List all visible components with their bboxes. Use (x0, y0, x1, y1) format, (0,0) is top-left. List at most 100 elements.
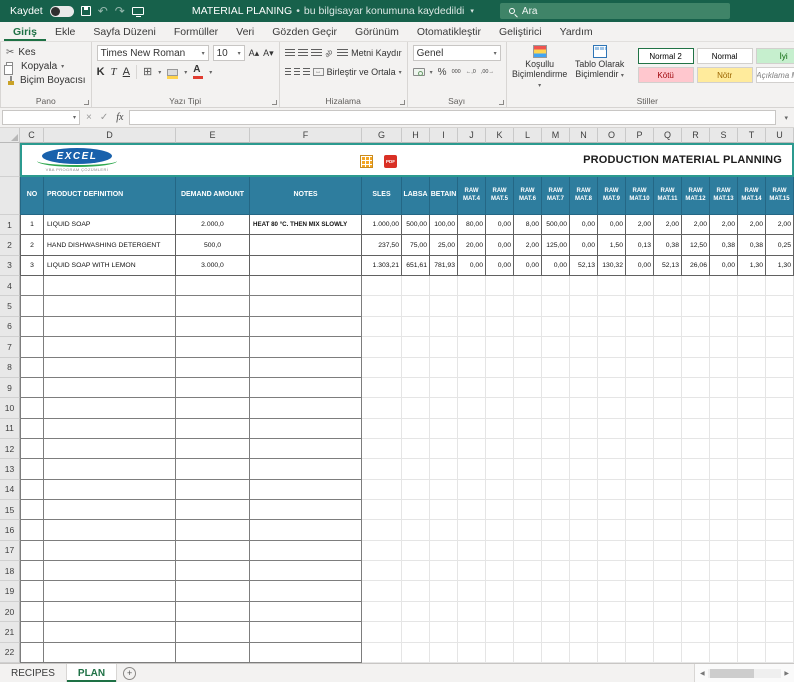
cell[interactable] (738, 561, 766, 582)
row-header-19[interactable]: 19 (0, 581, 20, 602)
cell[interactable] (430, 418, 458, 439)
underline-button[interactable]: A (123, 66, 130, 78)
cell[interactable] (514, 601, 542, 623)
cell[interactable] (542, 642, 570, 663)
cell[interactable] (44, 459, 176, 480)
cell[interactable] (176, 581, 250, 602)
cell[interactable] (458, 398, 486, 419)
cell[interactable]: 25,00 (430, 235, 458, 256)
cell[interactable] (362, 642, 402, 663)
cell[interactable] (20, 581, 44, 602)
row-header-17[interactable]: 17 (0, 540, 20, 562)
cell[interactable]: 3 (20, 255, 44, 277)
cell[interactable] (710, 398, 738, 419)
cell[interactable] (626, 316, 654, 338)
cell[interactable] (402, 540, 430, 562)
cell[interactable] (486, 418, 514, 439)
column-header-T[interactable]: T (738, 128, 766, 143)
borders-button[interactable]: ⊞ (143, 66, 152, 78)
cell[interactable] (710, 418, 738, 439)
row-header-11[interactable]: 11 (0, 418, 20, 439)
cell[interactable] (626, 479, 654, 501)
cell[interactable] (682, 561, 710, 582)
cell[interactable] (362, 276, 402, 297)
cell[interactable] (250, 500, 362, 521)
cell[interactable] (570, 438, 598, 460)
cell[interactable]: 0,38 (738, 235, 766, 256)
cell[interactable] (176, 398, 250, 419)
cell[interactable] (766, 581, 794, 602)
cell[interactable] (44, 316, 176, 338)
cell[interactable] (430, 296, 458, 317)
column-header-M[interactable]: M (542, 128, 570, 143)
cell[interactable] (430, 276, 458, 297)
sheet-tab-recipes[interactable]: RECIPES (0, 664, 67, 682)
cell[interactable] (514, 561, 542, 582)
cell[interactable]: 75,00 (402, 235, 430, 256)
cell[interactable] (626, 357, 654, 378)
clipboard-dialog-launcher-icon[interactable] (83, 100, 89, 105)
decrease-decimal-button[interactable]: ,00→ (481, 69, 494, 75)
cell[interactable] (626, 540, 654, 562)
cell[interactable] (598, 540, 626, 562)
cell[interactable] (430, 459, 458, 480)
cell[interactable] (430, 357, 458, 378)
cell[interactable] (514, 276, 542, 297)
cell[interactable]: 1.303,21 (362, 255, 402, 277)
cell[interactable] (654, 398, 682, 419)
cell[interactable] (766, 337, 794, 358)
cell[interactable]: 0,00 (486, 215, 514, 236)
cell[interactable] (766, 316, 794, 338)
cell[interactable] (44, 418, 176, 439)
cell[interactable] (402, 642, 430, 663)
align-bottom-icon[interactable] (311, 49, 322, 57)
cell[interactable] (570, 337, 598, 358)
cell[interactable] (250, 561, 362, 582)
ribbon-tab-veri[interactable]: Veri (227, 22, 263, 41)
cell[interactable] (710, 276, 738, 297)
cell[interactable] (20, 622, 44, 643)
cell[interactable] (176, 418, 250, 439)
cell[interactable]: 500,00 (542, 215, 570, 236)
increase-decimal-button[interactable]: ←,0 (466, 69, 476, 75)
cell[interactable]: 52,13 (654, 255, 682, 277)
cell[interactable] (654, 500, 682, 521)
cell[interactable] (20, 398, 44, 419)
cell[interactable] (362, 438, 402, 460)
cell[interactable]: 0,00 (570, 235, 598, 256)
formula-input[interactable] (129, 110, 777, 125)
cell[interactable] (458, 581, 486, 602)
cell[interactable] (682, 316, 710, 338)
cell[interactable] (362, 377, 402, 399)
cell[interactable] (570, 459, 598, 480)
undo-icon[interactable]: ↶ (98, 5, 108, 17)
column-header-U[interactable]: U (766, 128, 794, 143)
cell[interactable]: 130,32 (598, 255, 626, 277)
cell[interactable]: 52,13 (570, 255, 598, 277)
cell[interactable]: 0,13 (626, 235, 654, 256)
cell[interactable]: 2,00 (682, 215, 710, 236)
cell[interactable] (626, 581, 654, 602)
scroll-right-icon[interactable]: ▶ (781, 670, 792, 677)
cell[interactable] (570, 500, 598, 521)
cell[interactable] (430, 561, 458, 582)
cell[interactable] (362, 540, 402, 562)
cell[interactable]: 1.000,00 (362, 215, 402, 236)
cell[interactable] (710, 377, 738, 399)
cell[interactable]: 651,61 (402, 255, 430, 277)
align-middle-icon[interactable] (298, 49, 309, 57)
cell[interactable] (598, 418, 626, 439)
formula-bar-expand-icon[interactable]: ▾ (780, 114, 792, 122)
ribbon-tab-formüller[interactable]: Formüller (165, 22, 227, 41)
cell[interactable] (738, 459, 766, 480)
cell[interactable] (766, 500, 794, 521)
cell[interactable] (710, 459, 738, 480)
cell[interactable] (486, 337, 514, 358)
cell[interactable] (486, 561, 514, 582)
format-as-table-button[interactable]: Tablo Olarak Biçimlendir ▾ (572, 45, 628, 80)
cell[interactable] (402, 418, 430, 439)
align-center-icon[interactable] (293, 68, 301, 76)
cell[interactable]: 500,0 (176, 235, 250, 256)
cell[interactable] (738, 276, 766, 297)
cell[interactable] (362, 357, 402, 378)
